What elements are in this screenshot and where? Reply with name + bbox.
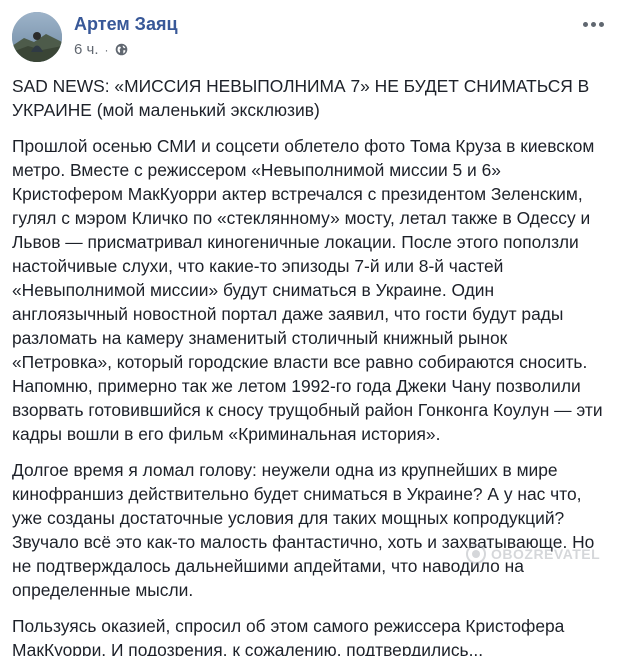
post-meta: 6 ч. · — [74, 41, 128, 58]
post-paragraph: Пользуясь оказией, спросил об этом самог… — [12, 616, 565, 656]
post-header: Артем Заяц 6 ч. · — [12, 10, 606, 62]
post-timestamp[interactable]: 6 ч. — [74, 41, 99, 58]
facebook-post: Артем Заяц 6 ч. · SAD NEWS: «МИССИЯ НЕВЫ… — [0, 0, 618, 656]
post-headline: SAD NEWS: «МИССИЯ НЕВЫПОЛНИМА 7» НЕ БУДЕ… — [12, 76, 590, 120]
profile-photo — [12, 12, 62, 62]
post-paragraph: Прошлой осенью СМИ и соцсети облетело фо… — [12, 136, 603, 444]
more-options-icon[interactable] — [580, 16, 606, 32]
author-avatar[interactable] — [12, 12, 62, 62]
post-body: SAD NEWS: «МИССИЯ НЕВЫПОЛНИМА 7» НЕ БУДЕ… — [12, 74, 606, 656]
globe-icon[interactable] — [115, 43, 128, 56]
meta-separator: · — [104, 42, 109, 57]
post-paragraph: Долгое время я ломал голову: неужели одн… — [12, 460, 595, 600]
author-name-link[interactable]: Артем Заяц — [74, 14, 178, 35]
